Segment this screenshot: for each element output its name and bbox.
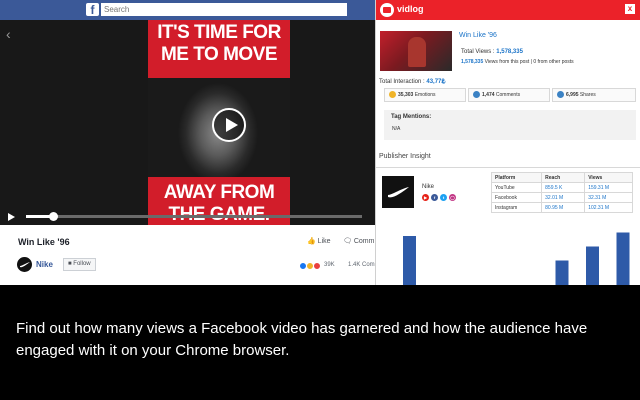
- poster-text-line: IT'S TIME FOR: [157, 22, 281, 43]
- table-row: Facebook 32.01 M 32.31 M: [490, 192, 633, 203]
- total-views-value: 1,578,335: [496, 49, 523, 55]
- tag-mentions-value: N/A: [392, 126, 401, 132]
- publisher-logo: [382, 176, 414, 208]
- publisher-insight-name: Nike: [422, 184, 435, 190]
- table-cell: Facebook: [490, 192, 543, 203]
- twitter-icon[interactable]: t: [440, 194, 447, 201]
- nike-swoosh-icon: [388, 187, 409, 198]
- comments-metric: 1,474 Comments: [468, 88, 550, 102]
- chart-bar: [403, 236, 416, 285]
- like-button[interactable]: 👍 Like: [307, 237, 331, 245]
- nike-swoosh-icon: [20, 262, 30, 268]
- comment-button[interactable]: 🗨 Comm: [343, 237, 374, 245]
- chevron-left-icon[interactable]: ‹: [6, 26, 11, 42]
- shares-icon: [557, 91, 564, 99]
- youtube-icon[interactable]: ▶: [422, 194, 429, 201]
- comments-icon: [473, 91, 480, 99]
- facebook-icon[interactable]: f: [431, 194, 438, 201]
- emotions-metric: 35,303 Emotions: [384, 88, 466, 102]
- table-cell: YouTube: [490, 182, 543, 193]
- emotions-icon: [389, 91, 396, 99]
- reaction-count[interactable]: 39K: [324, 262, 335, 268]
- promo-caption: Find out how many views a Facebook video…: [16, 320, 588, 359]
- love-reaction-icon: [313, 262, 321, 270]
- shares-metric: 6,995 Shares: [552, 88, 636, 102]
- table-cell: 32.31 M: [584, 192, 633, 203]
- facebook-search-input[interactable]: [101, 3, 347, 16]
- table-header: Reach: [541, 172, 586, 183]
- table-cell: Instagram: [490, 202, 543, 213]
- chart-bar: [616, 232, 630, 285]
- table-cell: 102.31 M: [584, 202, 633, 213]
- thumbnail-figure: [408, 37, 426, 67]
- post-title: Win Like '96: [18, 237, 70, 247]
- interaction-metrics: 35,303 Emotions 1,474 Comments 6,995 Sha…: [384, 88, 636, 102]
- refresh-icon[interactable]: ↻: [441, 79, 446, 86]
- comment-label: Comm: [353, 238, 375, 245]
- chart-bar: [586, 246, 599, 285]
- video-name[interactable]: Win Like '96: [459, 32, 497, 39]
- table-header: Views: [584, 172, 633, 183]
- tag-mentions: Tag Mentions: N/A: [384, 110, 636, 140]
- table-row: Instagram 80.95 M 102.31 M: [490, 202, 633, 213]
- video-progress-handle[interactable]: [48, 212, 58, 221]
- table-cell: 80.95 M: [541, 202, 586, 213]
- vidlog-brand: vidlog: [397, 4, 424, 14]
- instagram-icon[interactable]: ◯: [449, 194, 456, 201]
- table-header: Platform: [490, 172, 543, 183]
- nike-avatar[interactable]: [17, 257, 32, 272]
- table-cell: 159.31 M: [584, 182, 633, 193]
- publisher-insight-label: Publisher Insight: [379, 153, 431, 160]
- facebook-top-bar: f: [0, 0, 375, 20]
- post-info: Win Like '96 👍 Like 🗨 Comm Nike ■ Follow…: [0, 225, 380, 285]
- divider: [376, 167, 640, 168]
- follow-button[interactable]: ■ Follow: [63, 258, 96, 271]
- play-button[interactable]: [212, 108, 246, 142]
- table-cell: 32.01 M: [541, 192, 586, 203]
- poster-text-line: AWAY FROM: [163, 182, 275, 203]
- like-label: Like: [317, 238, 331, 245]
- total-views: Total Views : 1,578,335: [461, 49, 523, 55]
- close-icon[interactable]: x: [625, 4, 635, 14]
- video-player[interactable]: ‹ IT'S TIME FOR ME TO MOVE AWAY FROM THE…: [0, 20, 375, 225]
- screenshot: f ‹ IT'S TIME FOR ME TO MOVE AWAY FROM T…: [0, 0, 640, 400]
- facebook-logo-icon[interactable]: f: [86, 3, 99, 17]
- total-interaction: Total Interaction : 43,772: [379, 79, 445, 85]
- video-progress-bar[interactable]: [26, 212, 362, 221]
- table-header-row: Platform Reach Views: [490, 172, 633, 183]
- views-bar-chart: [403, 232, 630, 285]
- vidlog-logo-icon: [380, 3, 394, 17]
- follow-label: Follow: [73, 261, 91, 267]
- tag-mentions-label: Tag Mentions:: [391, 114, 432, 120]
- publisher-name-link[interactable]: Nike: [36, 260, 53, 269]
- views-breakdown: 1,578,335 Views from this post | 0 from …: [461, 59, 574, 65]
- publisher-stats-table: Platform Reach Views YouTube 859.5 K 159…: [490, 172, 633, 213]
- play-icon[interactable]: [8, 213, 15, 221]
- vidlog-panel: vidlog x Win Like '96 Total Views : 1,57…: [375, 0, 640, 285]
- video-thumbnail: [380, 31, 452, 71]
- chart-bar: [555, 260, 569, 285]
- table-row: YouTube 859.5 K 159.31 M: [490, 182, 633, 193]
- vidlog-header: vidlog x: [376, 0, 640, 20]
- poster-text-line: ME TO MOVE: [160, 44, 278, 65]
- table-cell: 859.5 K: [541, 182, 586, 193]
